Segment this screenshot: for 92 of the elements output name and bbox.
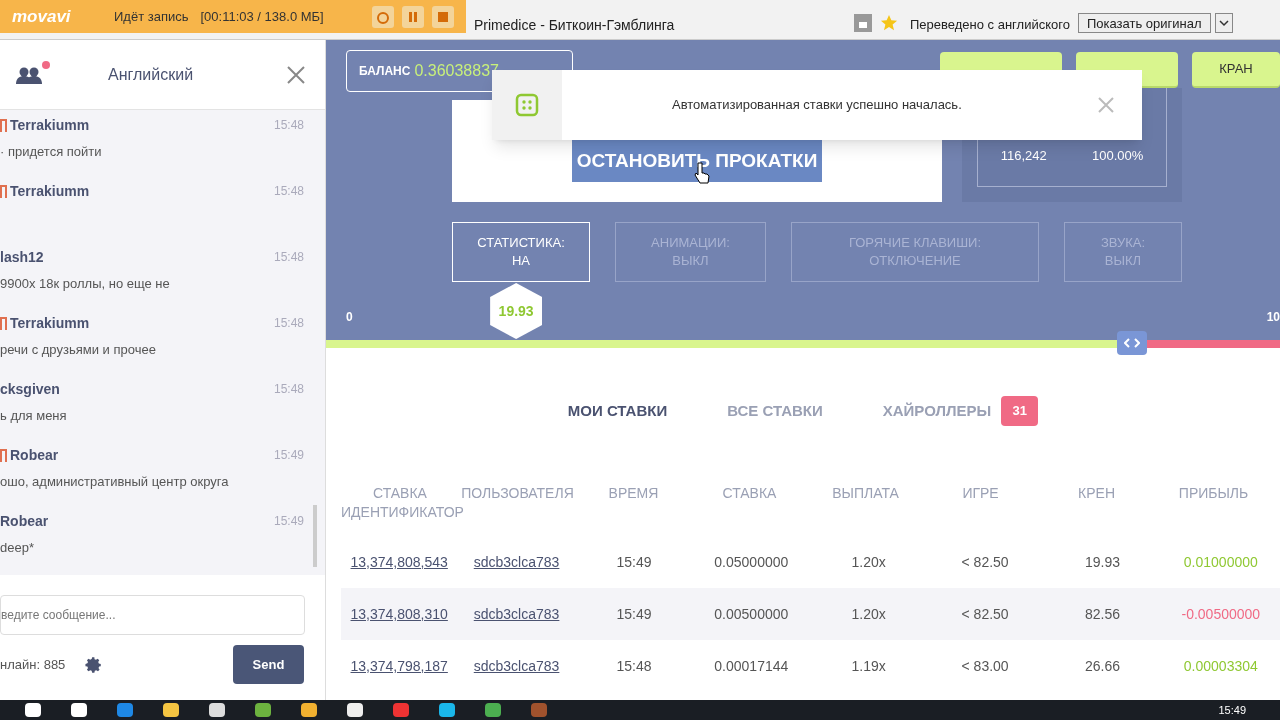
send-button[interactable]: Send bbox=[233, 645, 304, 684]
app-icon[interactable] bbox=[301, 703, 317, 717]
settings-icon[interactable] bbox=[85, 655, 104, 674]
tab[interactable]: МОИ СТАВКИ bbox=[567, 399, 668, 423]
table-cell-text: < 82.50 bbox=[960, 604, 1010, 624]
username[interactable]: lash12 bbox=[0, 246, 44, 268]
close-icon[interactable] bbox=[287, 65, 305, 84]
message-text: ошо, административный центр округа bbox=[0, 473, 230, 491]
stat-value: 116,242 bbox=[1000, 147, 1047, 165]
table-cell-text: 15:48 bbox=[615, 656, 653, 676]
table-link[interactable]: 13,374,808,310 bbox=[341, 603, 458, 625]
message-text: · придется пойти bbox=[0, 143, 103, 161]
table-link[interactable]: sdcb3clca783 bbox=[457, 655, 576, 677]
autobet-icon bbox=[513, 91, 541, 119]
column-header: КРЕН bbox=[1077, 484, 1117, 503]
translation-note: Переведено с английского bbox=[910, 16, 1070, 34]
table-cell-text: 15:49 bbox=[615, 604, 653, 624]
message-time: 15:48 bbox=[273, 249, 304, 266]
username[interactable]: Robear bbox=[10, 444, 59, 466]
lock-icon bbox=[854, 14, 872, 32]
balance-value: 0.36038837 bbox=[414, 61, 499, 81]
scrollbar[interactable] bbox=[313, 505, 317, 567]
slider-min-label: 0 bbox=[346, 309, 353, 326]
table-cell-text: 0.01000000 bbox=[1182, 552, 1259, 572]
message-time: 15:48 bbox=[273, 315, 304, 332]
table-cell-text: < 83.00 bbox=[960, 656, 1010, 676]
recording-counter: [00:11:03 / 138.0 МБ] bbox=[200, 7, 324, 26]
table-cell-text: 1.19x bbox=[850, 656, 887, 676]
pause-icon[interactable] bbox=[402, 5, 424, 28]
table-link[interactable]: 13,374,808,543 bbox=[341, 551, 458, 573]
count-badge: 31 bbox=[1001, 396, 1039, 426]
recording-status: Идёт запись bbox=[114, 7, 189, 26]
message-time: 15:49 bbox=[273, 513, 304, 530]
message-time: 15:49 bbox=[273, 447, 304, 464]
message-text: deep* bbox=[0, 539, 35, 557]
table-link[interactable]: sdcb3clca783 bbox=[457, 603, 576, 625]
table-cell-text: 0.00003304 bbox=[1182, 656, 1259, 676]
app-icon[interactable] bbox=[393, 703, 409, 717]
table-cell-text: 19.93 bbox=[1083, 552, 1121, 572]
message-time: 15:48 bbox=[273, 117, 304, 134]
stat-value: 100.00% bbox=[1092, 147, 1144, 165]
stop-rolling-button[interactable]: ОСТАНОВИТЬ ПРОКАТКИ bbox=[572, 138, 822, 182]
username[interactable]: Terrakiumm bbox=[10, 180, 90, 202]
column-header: ПРИБЫЛЬ bbox=[1177, 484, 1250, 503]
star-icon[interactable] bbox=[880, 14, 898, 32]
slider-handle[interactable] bbox=[1117, 331, 1148, 355]
username[interactable]: Terrakiumm bbox=[10, 114, 90, 136]
toast-message: Автоматизированная ставки успешно началась. bbox=[672, 96, 962, 115]
table-cell-text: 0.05000000 bbox=[713, 552, 790, 572]
table-cell-text: 1.20x bbox=[850, 552, 887, 572]
alarm-icon[interactable] bbox=[372, 5, 394, 28]
column-header: ВЫПЛАТА bbox=[831, 484, 900, 503]
username[interactable]: cksgiven bbox=[0, 378, 60, 400]
chat-title: Английский bbox=[108, 64, 194, 85]
online-count: нлайн: 885 bbox=[0, 655, 66, 674]
recorder-logo: movavi bbox=[12, 5, 72, 28]
username[interactable]: Robear bbox=[0, 510, 49, 532]
app-icon[interactable] bbox=[485, 703, 501, 717]
table-link[interactable]: sdcb3clca783 bbox=[457, 551, 576, 573]
app-icon[interactable] bbox=[531, 703, 547, 717]
column-header: ИГРЕ bbox=[961, 484, 1000, 503]
table-link[interactable]: 13,374,798,187 bbox=[341, 655, 458, 677]
toggle-button[interactable]: СТАТИСТИКА: НА bbox=[452, 222, 590, 282]
table-cell-text: 0.00500000 bbox=[713, 604, 790, 624]
arrows-icon bbox=[1124, 338, 1141, 348]
message-input[interactable]: ведите сообщение... bbox=[0, 595, 305, 635]
table-cell-text: 15:49 bbox=[615, 552, 653, 572]
header-button[interactable]: КРАН bbox=[1192, 52, 1280, 88]
dropdown-icon[interactable] bbox=[1214, 13, 1233, 33]
table-cell-text: < 82.50 bbox=[960, 552, 1010, 572]
table-cell-text: 0.00017144 bbox=[713, 656, 790, 676]
taskbar-clock: 15:49 bbox=[1218, 702, 1246, 718]
app-icon[interactable] bbox=[255, 703, 271, 717]
balance-label: БАЛАНС bbox=[359, 63, 411, 80]
message-text: речи с друзьями и прочее bbox=[0, 341, 157, 359]
message-text: ь для меня bbox=[0, 407, 68, 425]
message-time: 15:48 bbox=[273, 183, 304, 200]
page-title: Primedice - Биткоин-Гэмблинга bbox=[474, 16, 676, 35]
column-header: СТАВКА bbox=[721, 484, 778, 503]
table-cell-text: 26.66 bbox=[1083, 656, 1121, 676]
table-cell-text: -0.00500000 bbox=[1180, 604, 1262, 624]
slider-max-label: 10 bbox=[1266, 309, 1280, 326]
table-cell-text: 82.56 bbox=[1083, 604, 1121, 624]
show-original-button[interactable]: Показать оригинал bbox=[1077, 13, 1211, 33]
column-header: ПОЛЬЗОВАТЕЛЯ bbox=[460, 484, 575, 503]
message-time: 15:48 bbox=[273, 381, 304, 398]
message-text: 9900х 18к роллы, но еще не bbox=[0, 275, 171, 293]
column-header: ВРЕМЯ bbox=[607, 484, 660, 503]
roll-result-marker: 19.93 bbox=[490, 283, 543, 339]
table-cell-text: 1.20x bbox=[850, 604, 887, 624]
username[interactable]: Terrakiumm bbox=[10, 312, 90, 334]
stop-icon[interactable] bbox=[432, 5, 454, 28]
